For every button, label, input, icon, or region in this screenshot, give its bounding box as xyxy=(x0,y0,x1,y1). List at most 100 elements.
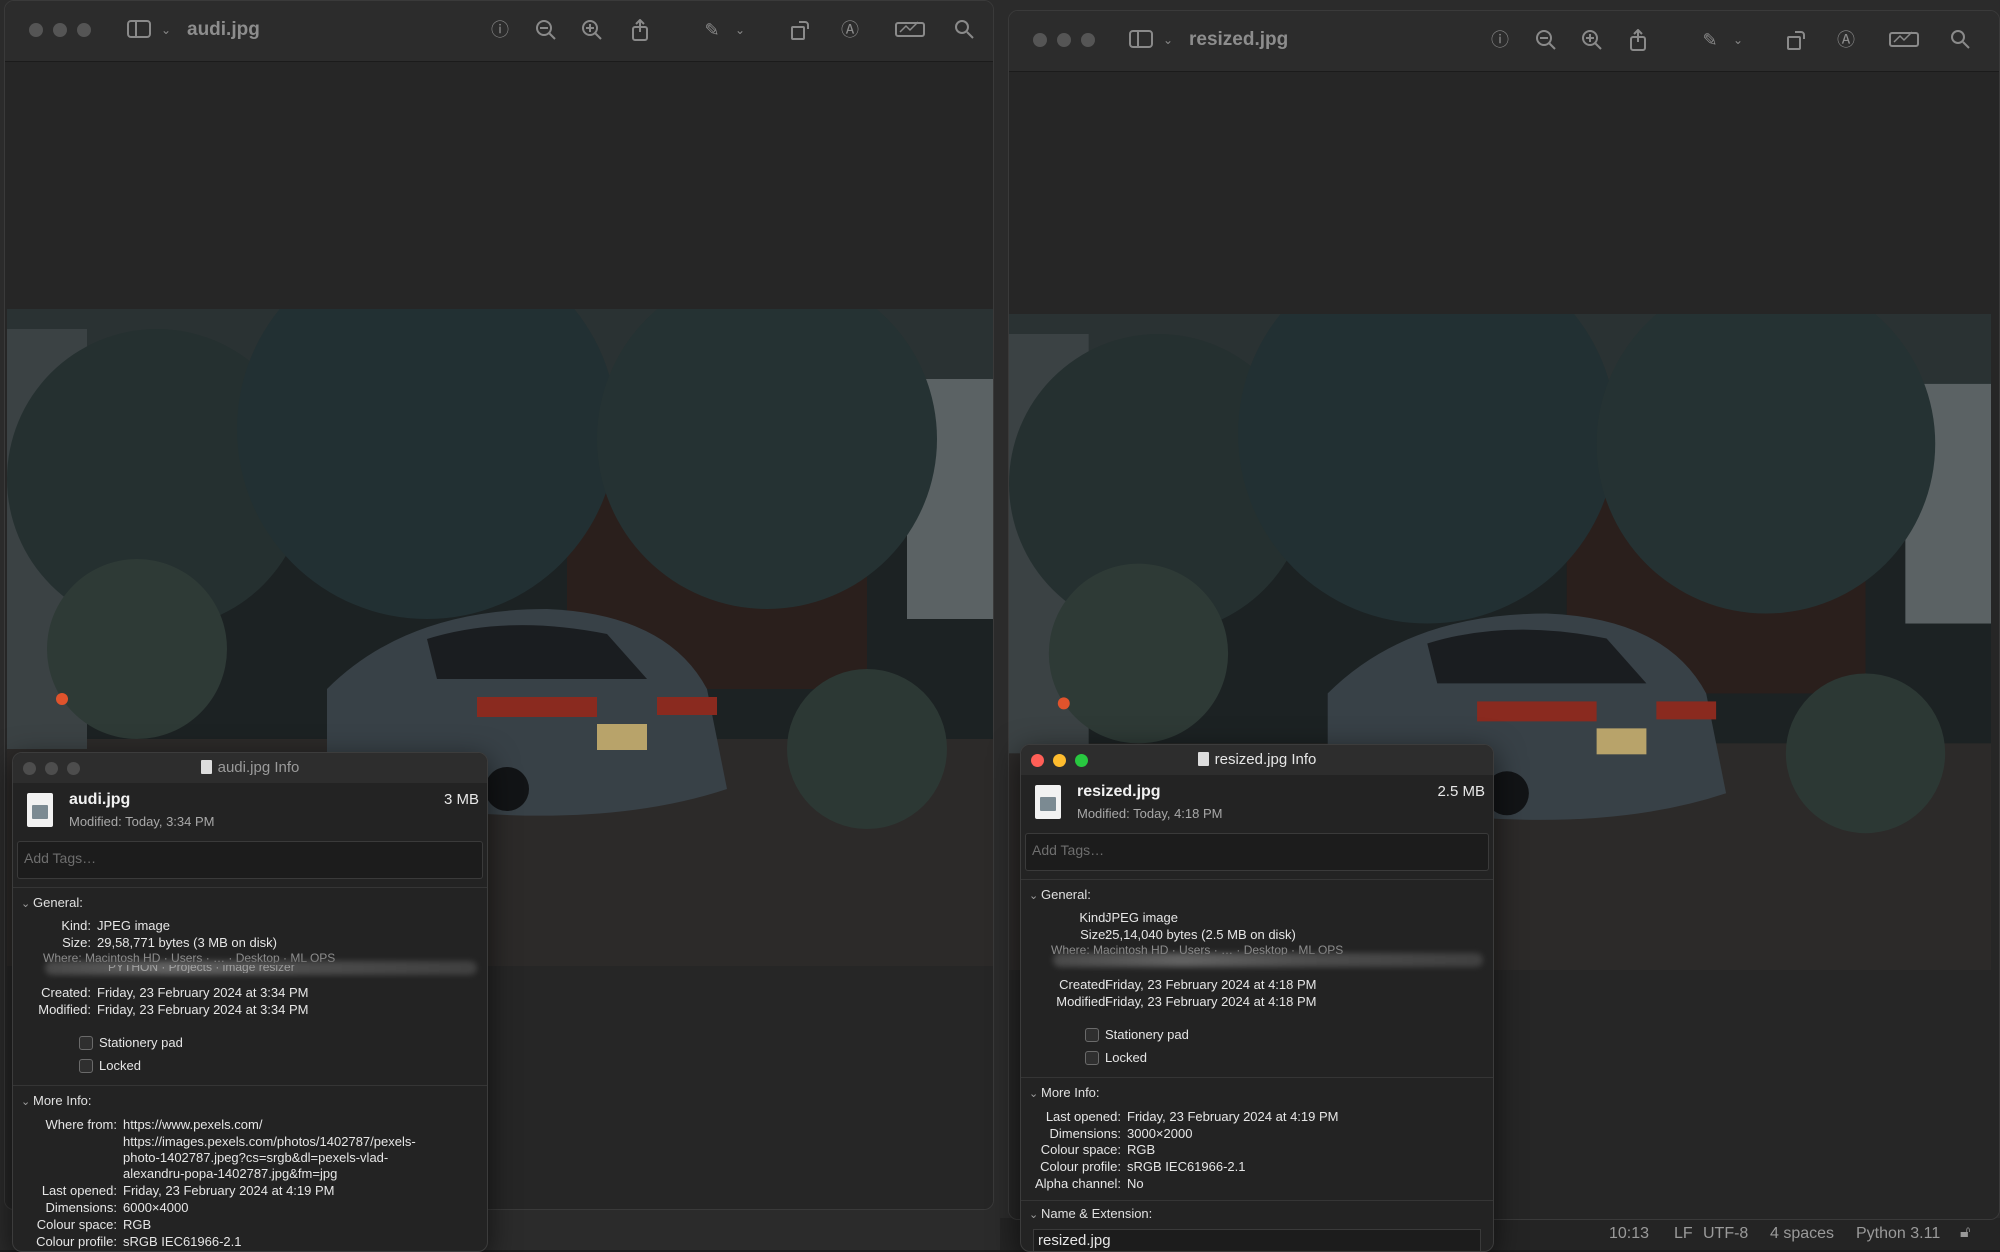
jpeg-file-icon xyxy=(27,793,53,827)
tags-placeholder: Add Tags… xyxy=(24,850,97,866)
file-name: resized.jpg xyxy=(1077,783,1161,800)
zoom-button[interactable] xyxy=(1075,754,1088,767)
chevron-down-icon[interactable]: ⌄ xyxy=(1727,29,1749,51)
info-window-title: resized.jpg Info xyxy=(1214,751,1317,768)
zoom-button[interactable] xyxy=(1081,33,1095,47)
general-label: General: xyxy=(1041,887,1091,902)
colour-space-key: Colour space: xyxy=(36,1217,117,1232)
chevron-down-icon[interactable]: ⌄ xyxy=(155,19,177,41)
checkbox[interactable] xyxy=(1085,1051,1099,1065)
divider xyxy=(1021,879,1493,880)
markup-pen-icon[interactable]: ✎ xyxy=(701,19,723,41)
close-button[interactable] xyxy=(1031,754,1044,767)
signature-icon[interactable] xyxy=(1889,29,1919,51)
name-extension-label: Name & Extension: xyxy=(1041,1206,1153,1221)
window-title: audi.jpg xyxy=(187,19,260,40)
zoom-button[interactable] xyxy=(77,23,91,37)
stationery-label: Stationery pad xyxy=(1105,1027,1189,1042)
zoom-out-icon[interactable] xyxy=(1535,29,1557,51)
sidebar-icon[interactable] xyxy=(1127,29,1155,51)
close-button[interactable] xyxy=(1033,33,1047,47)
markup-pen-icon[interactable]: ✎ xyxy=(1699,29,1721,51)
zoom-out-icon[interactable] xyxy=(535,19,557,41)
colour-space-value: RGB xyxy=(123,1217,152,1232)
where-from-value-1[interactable]: https://www.pexels.com/ xyxy=(123,1117,262,1132)
file-name-input[interactable]: resized.jpg xyxy=(1033,1229,1481,1251)
share-icon[interactable] xyxy=(1627,28,1649,51)
indent-setting[interactable]: 4 spaces xyxy=(1770,1225,1834,1243)
markup-icon[interactable]: Ⓐ xyxy=(839,19,861,41)
created-key: Created: xyxy=(41,985,91,1000)
zoom-in-icon[interactable] xyxy=(1581,29,1603,51)
minimize-button[interactable] xyxy=(1057,33,1071,47)
last-opened-value: Friday, 23 February 2024 at 4:19 PM xyxy=(1127,1109,1339,1124)
tags-field[interactable]: Add Tags… xyxy=(1025,833,1489,871)
info-titlebar: audi.jpg Info xyxy=(13,753,487,783)
python-interpreter[interactable]: Python 3.11 xyxy=(1856,1225,1940,1243)
line-ending[interactable]: LF xyxy=(1674,1225,1693,1243)
chevron-down-icon: ⌄ xyxy=(1029,890,1039,902)
where-from-key: Where from: xyxy=(45,1117,117,1132)
divider xyxy=(1021,1200,1493,1201)
sidebar-icon[interactable] xyxy=(125,19,153,41)
markup-icon[interactable]: Ⓐ xyxy=(1835,29,1857,51)
file-size: 3 MB xyxy=(443,791,479,808)
last-opened-key: Last opened: xyxy=(1045,1109,1121,1124)
search-icon[interactable] xyxy=(1949,29,1971,51)
last-opened-key: Last opened: xyxy=(41,1183,117,1198)
checkbox[interactable] xyxy=(79,1059,93,1073)
share-icon[interactable] xyxy=(629,18,651,41)
document-icon xyxy=(200,760,212,774)
chevron-down-icon: ⌄ xyxy=(1029,1209,1039,1221)
info-titlebar: resized.jpg Info xyxy=(1021,745,1493,775)
jpeg-file-icon xyxy=(1035,785,1061,819)
colour-profile-value: sRGB IEC61966-2.1 xyxy=(1127,1159,1246,1174)
chevron-down-icon[interactable]: ⌄ xyxy=(1157,29,1179,51)
more-info-label: More Info: xyxy=(1041,1085,1100,1100)
info-icon[interactable]: ⓘ xyxy=(489,19,511,41)
size-value: 25,14,040 bytes (2.5 MB on disk) xyxy=(1105,927,1296,942)
more-info-section-toggle[interactable]: ⌄ More Info: xyxy=(1029,1085,1100,1100)
document-icon xyxy=(1197,752,1209,766)
info-icon[interactable]: ⓘ xyxy=(1489,29,1511,51)
rotate-icon[interactable] xyxy=(1785,29,1807,51)
where-from-value-3[interactable]: photo-1402787.jpeg?cs=srgb&dl=pexels-vla… xyxy=(123,1150,388,1165)
close-button[interactable] xyxy=(23,762,36,775)
kind-value: JPEG image xyxy=(97,918,170,933)
more-info-section-toggle[interactable]: ⌄ More Info: xyxy=(21,1093,92,1108)
rotate-icon[interactable] xyxy=(789,19,811,41)
general-section-toggle[interactable]: ⌄ General: xyxy=(21,895,83,910)
chevron-down-icon[interactable]: ⌄ xyxy=(729,19,751,41)
cursor-position[interactable]: 10:13 xyxy=(1609,1225,1649,1243)
divider xyxy=(1021,1077,1493,1078)
colour-profile-key: Colour profile: xyxy=(36,1234,117,1249)
file-name: audi.jpg xyxy=(69,791,131,808)
tags-field[interactable]: Add Tags… xyxy=(17,841,483,879)
checkbox[interactable] xyxy=(1085,1028,1099,1042)
alpha-channel-key: Alpha channel: xyxy=(1034,1176,1121,1191)
divider xyxy=(13,1085,487,1086)
where-from-value-4[interactable]: alexandru-popa-1402787.jpg&fm=jpg xyxy=(123,1166,337,1181)
lock-icon[interactable]: 🔓︎ xyxy=(1960,1224,1970,1242)
where-from-value-2[interactable]: https://images.pexels.com/photos/1402787… xyxy=(123,1134,416,1149)
search-icon[interactable] xyxy=(953,19,975,41)
window-title: resized.jpg xyxy=(1189,29,1289,50)
checkbox[interactable] xyxy=(79,1036,93,1050)
file-encoding[interactable]: UTF-8 xyxy=(1703,1225,1748,1243)
minimize-button[interactable] xyxy=(53,23,67,37)
dimensions-value: 6000×4000 xyxy=(123,1200,189,1215)
name-extension-section-toggle[interactable]: ⌄ Name & Extension: xyxy=(1029,1206,1152,1221)
colour-space-value: RGB xyxy=(1127,1142,1156,1157)
modified-value: Friday, 23 February 2024 at 3:34 PM xyxy=(97,1002,309,1017)
last-opened-value: Friday, 23 February 2024 at 4:19 PM xyxy=(123,1183,335,1198)
close-button[interactable] xyxy=(29,23,43,37)
minimize-button[interactable] xyxy=(45,762,58,775)
zoom-button[interactable] xyxy=(67,762,80,775)
file-modified: Modified: Today, 4:18 PM xyxy=(1077,806,1223,821)
signature-icon[interactable] xyxy=(895,19,925,41)
zoom-in-icon[interactable] xyxy=(581,19,603,41)
stationery-label: Stationery pad xyxy=(99,1035,183,1050)
created-key: Created: xyxy=(1059,977,1109,992)
general-section-toggle[interactable]: ⌄ General: xyxy=(1029,887,1091,902)
minimize-button[interactable] xyxy=(1053,754,1066,767)
